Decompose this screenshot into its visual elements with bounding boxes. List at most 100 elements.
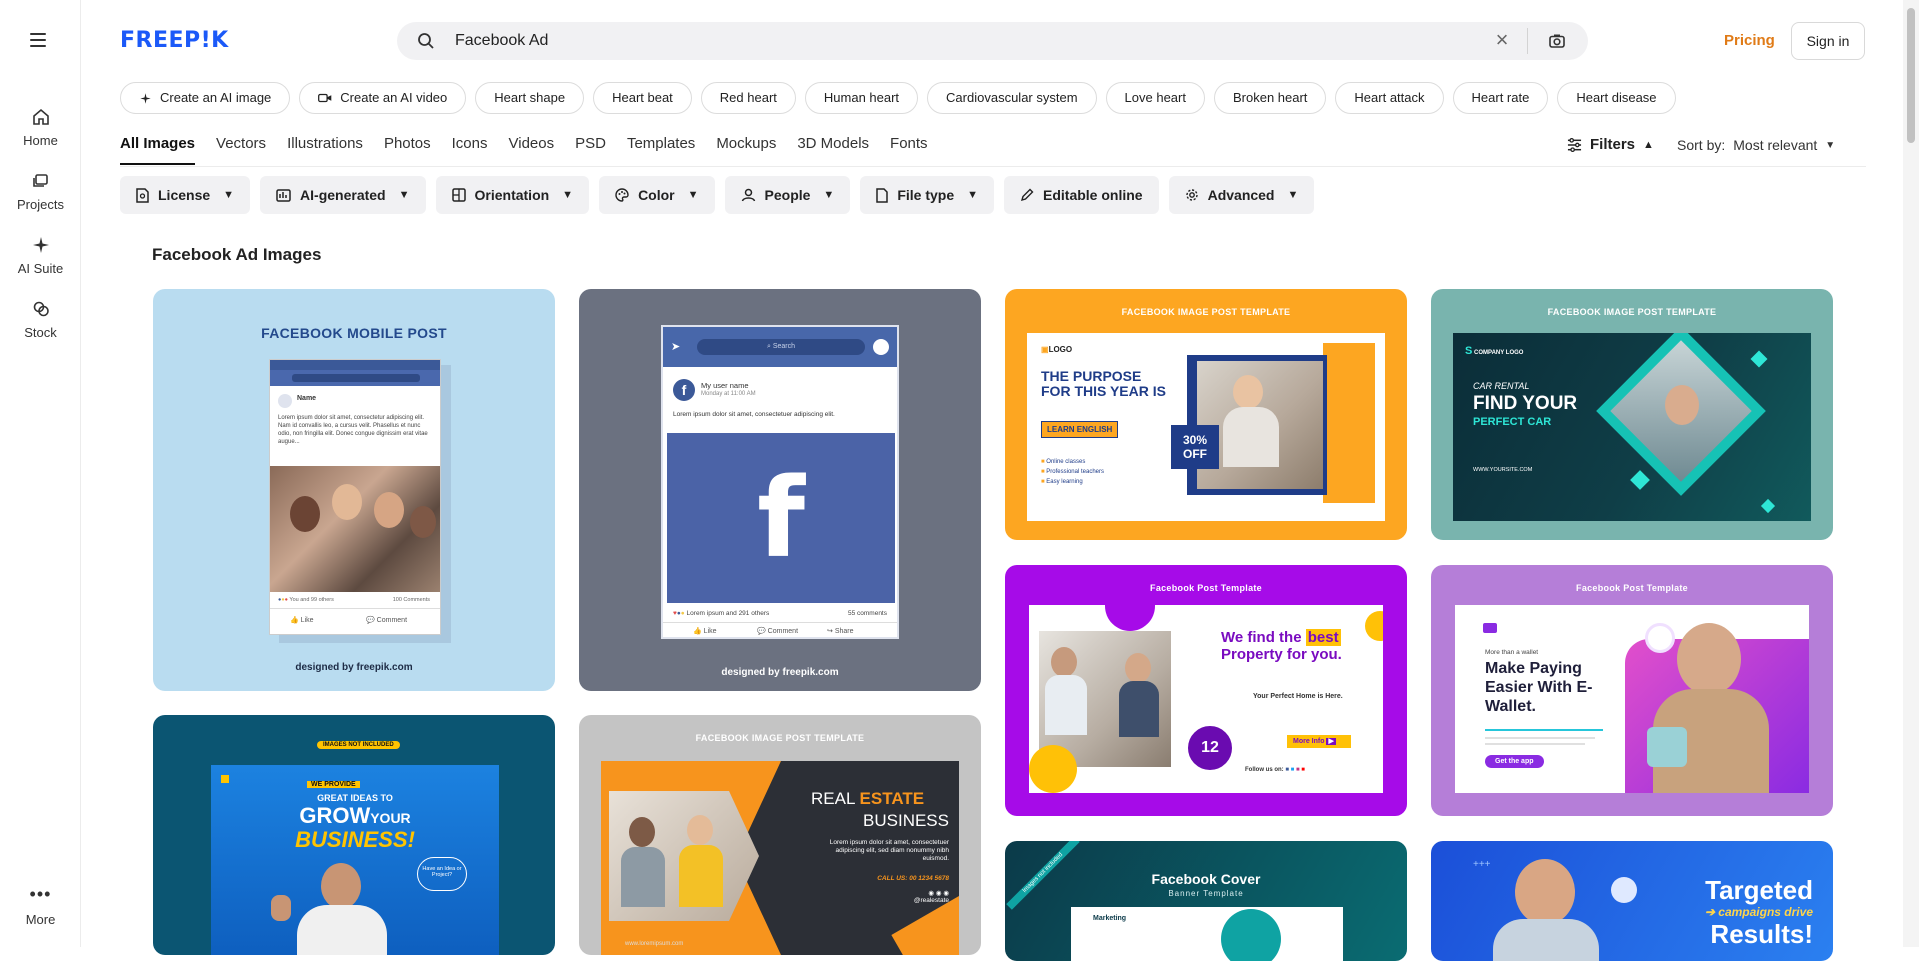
chip-label: Human heart [824, 83, 899, 113]
template-business: BUSINESS! [211, 827, 499, 853]
filter-people[interactable]: People▼ [725, 176, 851, 214]
chip-love-heart[interactable]: Love heart [1106, 82, 1205, 114]
chevron-down-icon: ▼ [562, 189, 573, 201]
decor-circle [1221, 909, 1281, 961]
tab-3d-models[interactable]: 3D Models [797, 135, 869, 165]
projects-icon [31, 171, 51, 191]
follow-label: Follow us on: [1245, 767, 1284, 773]
filter-orientation[interactable]: Orientation▼ [436, 176, 590, 214]
result-card-facebook-cover[interactable]: Images not included Facebook Cover Banne… [1005, 841, 1407, 961]
decor-circle-yellow [1029, 745, 1077, 793]
text-placeholder-line [1485, 737, 1595, 739]
card-title: FACEBOOK MOBILE POST [153, 325, 555, 341]
template-headline: FIND YOUR [1473, 393, 1577, 415]
filter-file-type[interactable]: File type▼ [860, 176, 994, 214]
card-credit: designed by freepik.com [579, 667, 981, 678]
search-icon [417, 32, 435, 50]
decor-plus: +++ [1473, 859, 1491, 870]
mockup-comment: 💬 Comment [757, 627, 798, 635]
card-caption: FACEBOOK IMAGE POST TEMPLATE [579, 733, 981, 743]
filter-license[interactable]: License▼ [120, 176, 250, 214]
filter-ai-generated[interactable]: AI-generated▼ [260, 176, 425, 214]
idea-bubble: Have an Idea or Project? [417, 857, 467, 891]
rail-item-projects[interactable]: Projects [0, 171, 81, 212]
rail-item-stock[interactable]: Stock [0, 299, 81, 340]
result-card-real-estate[interactable]: FACEBOOK IMAGE POST TEMPLATE REAL ESTATE… [579, 715, 981, 955]
tab-templates[interactable]: Templates [627, 135, 695, 165]
tab-illustrations[interactable]: Illustrations [287, 135, 363, 165]
man-face [321, 863, 361, 909]
search-input[interactable] [453, 28, 1453, 54]
comment-label: Comment [377, 617, 407, 624]
result-card-learn-english[interactable]: FACEBOOK IMAGE POST TEMPLATE ▣LOGO THE P… [1005, 289, 1407, 540]
filters-toggle-button[interactable]: Filters ▲ [1567, 136, 1654, 153]
chip-cardiovascular-system[interactable]: Cardiovascular system [927, 82, 1097, 114]
result-card-property[interactable]: Facebook Post Template 12 We find the be… [1005, 565, 1407, 816]
tab-photos[interactable]: Photos [384, 135, 431, 165]
reactions-text: Lorem ipsum and 291 others [687, 610, 770, 617]
result-card-car-rental[interactable]: FACEBOOK IMAGE POST TEMPLATE S COMPANY L… [1431, 289, 1833, 540]
tab-icons[interactable]: Icons [452, 135, 488, 165]
post-mockup: ➤ ⌕ Search f My user name Monday at 11:0… [661, 325, 899, 639]
page-scrollbar[interactable] [1903, 0, 1919, 947]
rail-label: Projects [17, 197, 64, 212]
chip-heart-disease[interactable]: Heart disease [1557, 82, 1675, 114]
chip-create-ai-video[interactable]: Create an AI video [299, 82, 466, 114]
result-card-e-wallet[interactable]: Facebook Post Template More than a walle… [1431, 565, 1833, 816]
chevron-down-icon: ▼ [1825, 140, 1835, 151]
scrollbar-thumb[interactable] [1907, 8, 1915, 143]
sort-dropdown[interactable]: Sort by: Most relevant ▼ [1677, 137, 1835, 153]
tab-videos[interactable]: Videos [509, 135, 555, 165]
result-card-targeted-campaigns[interactable]: +++ Targeted ➔ campaigns drive Results! [1431, 841, 1833, 961]
company-text: COMPANY LOGO [1474, 350, 1523, 356]
chip-heart-rate[interactable]: Heart rate [1453, 82, 1549, 114]
template-preview: WE PROVIDE GREAT IDEAS TO GROWYOUR BUSIN… [211, 765, 499, 955]
menu-icon[interactable] [28, 30, 52, 50]
rail-item-more[interactable]: ••• More [0, 888, 81, 927]
orange-stripe [891, 895, 959, 955]
post-reactions: ●●● You and 99 others [278, 597, 334, 603]
rail-item-home[interactable]: Home [0, 107, 81, 148]
result-card-facebook-post-mockup[interactable]: ➤ ⌕ Search f My user name Monday at 11:0… [579, 289, 981, 691]
tab-mockups[interactable]: Mockups [716, 135, 776, 165]
post-name: Name [297, 395, 316, 402]
result-card-grow-business[interactable]: IMAGES NOT INCLUDED WE PROVIDE GREAT IDE… [153, 715, 555, 955]
filter-color[interactable]: Color▼ [599, 176, 714, 214]
tab-vectors[interactable]: Vectors [216, 135, 266, 165]
decor-diamond [1751, 351, 1768, 368]
man-fist [271, 895, 291, 921]
freepik-logo[interactable]: FREEP!K [120, 28, 229, 53]
like-label: Like [301, 617, 314, 624]
chevron-down-icon: ▼ [399, 189, 410, 201]
rail-label: More [26, 912, 56, 927]
pricing-link[interactable]: Pricing [1724, 32, 1775, 49]
chip-red-heart[interactable]: Red heart [701, 82, 796, 114]
reactions-text: You and 99 others [289, 597, 333, 603]
result-card-facebook-mobile-post[interactable]: FACEBOOK MOBILE POST Name Lorem ipsum do… [153, 289, 555, 691]
chip-human-heart[interactable]: Human heart [805, 82, 918, 114]
clear-search-icon[interactable]: × [1492, 31, 1512, 51]
filter-editable-online[interactable]: Editable online [1004, 176, 1159, 214]
targeted-headline: Targeted [1649, 875, 1813, 906]
chip-broken-heart[interactable]: Broken heart [1214, 82, 1326, 114]
rail-item-ai-suite[interactable]: AI Suite [0, 235, 81, 276]
template-headline: Make Paying Easier With E-Wallet. [1485, 659, 1615, 716]
tab-fonts[interactable]: Fonts [890, 135, 928, 165]
template-preview: More than a wallet Make Paying Easier Wi… [1455, 605, 1809, 793]
file-icon [876, 188, 888, 203]
template-handle: ◉ ◉ ◉@realestate [811, 889, 949, 904]
targeted-line2: campaigns drive [1718, 905, 1813, 919]
post-photo [270, 466, 441, 592]
sign-in-button[interactable]: Sign in [1791, 22, 1865, 60]
camera-icon[interactable] [1548, 32, 1566, 50]
filter-advanced[interactable]: Advanced▼ [1169, 176, 1315, 214]
chip-heart-shape[interactable]: Heart shape [475, 82, 584, 114]
phone-status-bar [270, 360, 440, 370]
chip-create-ai-image[interactable]: Create an AI image [120, 82, 290, 114]
chip-heart-beat[interactable]: Heart beat [593, 82, 692, 114]
template-kicker: WE PROVIDE [307, 781, 360, 788]
tabs-divider [120, 166, 1866, 167]
tab-all-images[interactable]: All Images [120, 135, 195, 165]
tab-psd[interactable]: PSD [575, 135, 606, 165]
chip-heart-attack[interactable]: Heart attack [1335, 82, 1443, 114]
